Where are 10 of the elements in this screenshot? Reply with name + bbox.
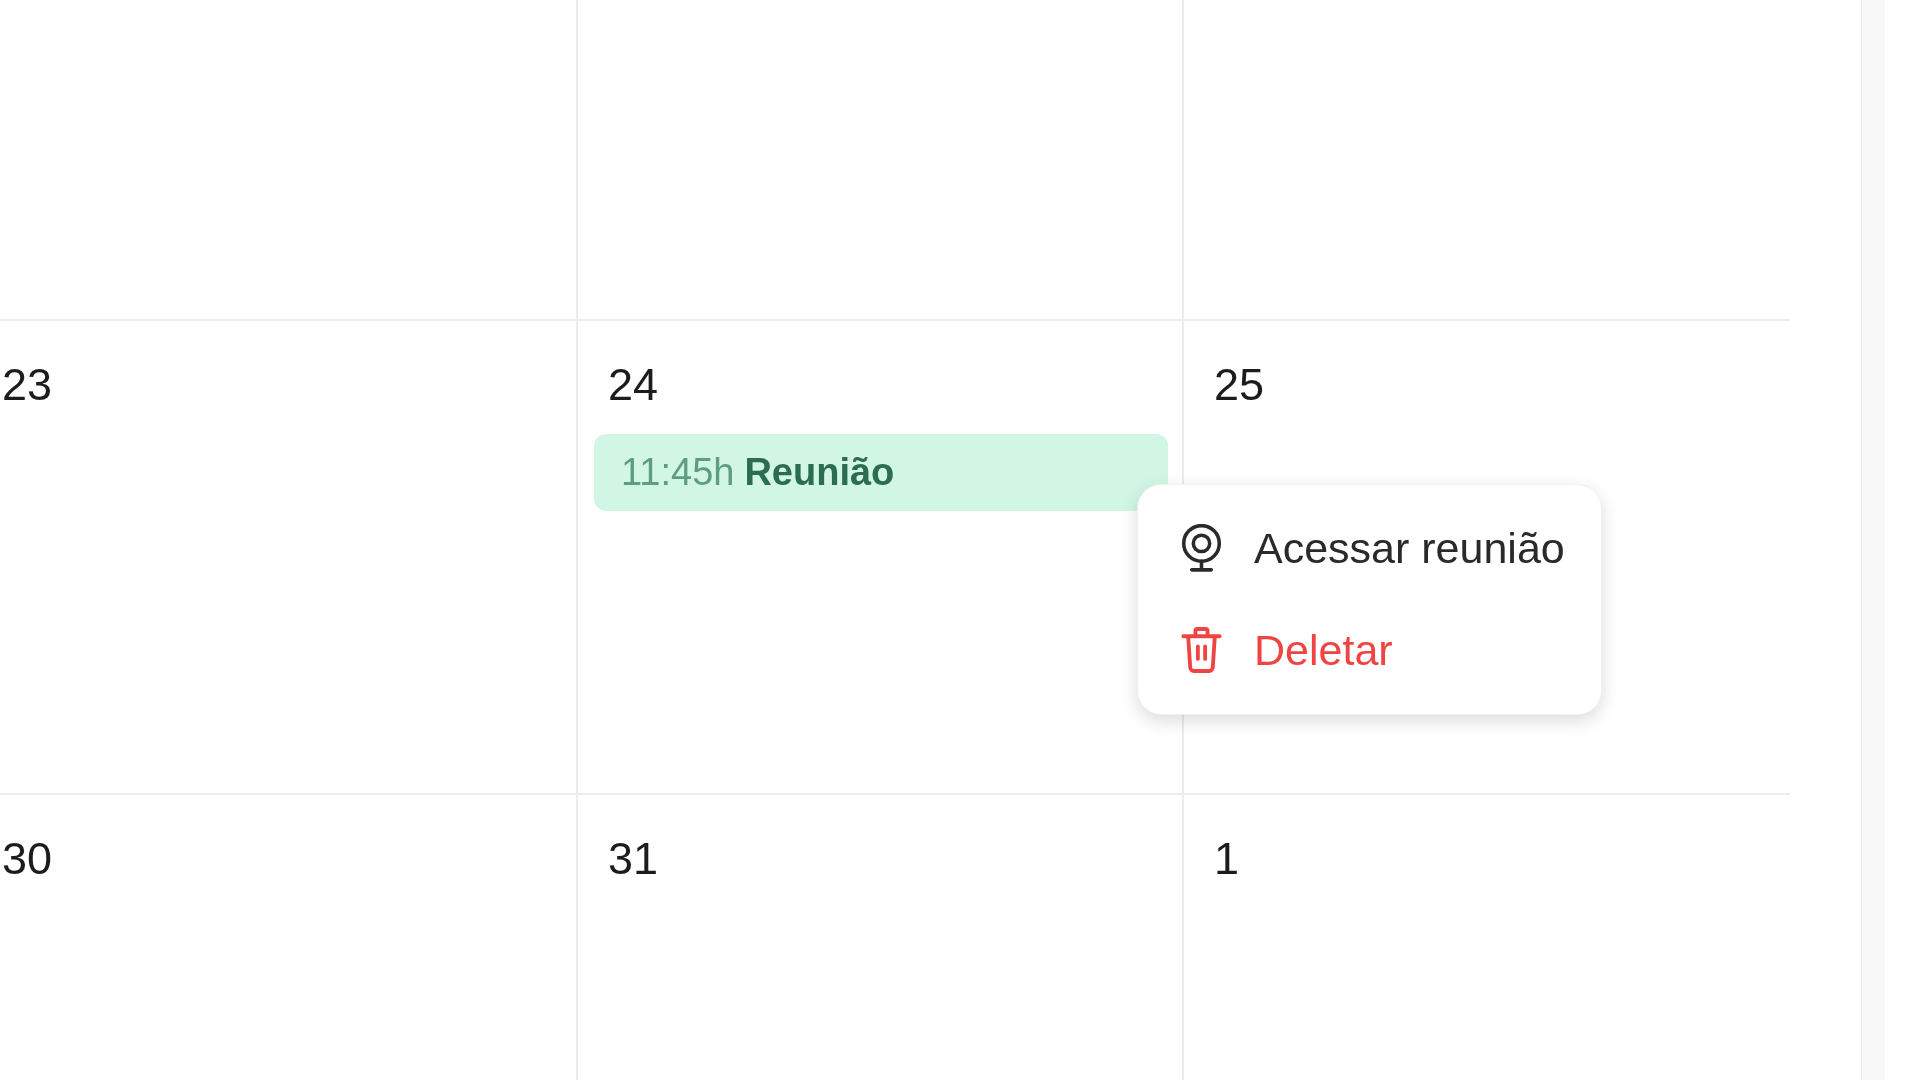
day-number: 23 [1, 363, 53, 407]
day-number: 24 [607, 363, 659, 407]
webcam-icon [1181, 524, 1222, 572]
day-number: 1 [1213, 837, 1240, 881]
day-number: 25 [1213, 363, 1265, 407]
trash-icon [1181, 627, 1222, 673]
day-number: 31 [607, 837, 659, 881]
event-chip[interactable]: 11:45h Reunião [594, 434, 1168, 511]
day-number: 30 [1, 837, 53, 881]
menu-item[interactable]: Deletar [1138, 599, 1601, 701]
